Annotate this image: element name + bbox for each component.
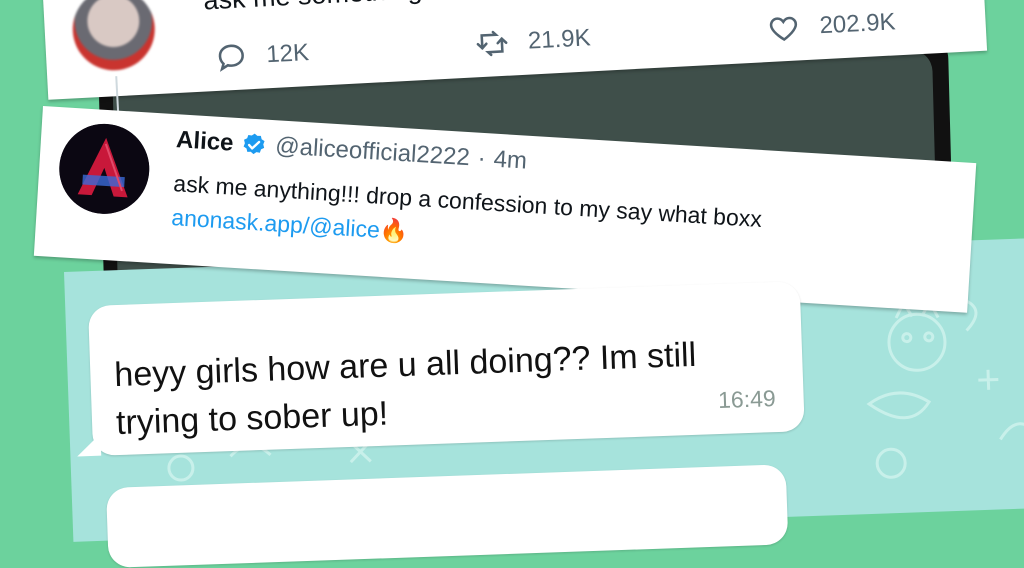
tweet-body: ask me something (203, 0, 423, 16)
tweet-link[interactable]: htt (429, 0, 461, 4)
reply-button[interactable]: 12K (214, 36, 310, 75)
heart-icon (769, 16, 798, 42)
separator-dot: · (476, 144, 487, 173)
retweet-icon (476, 30, 508, 57)
tweet-text: ask me something htt (203, 0, 461, 17)
message-text: heyy girls how are u all doing?? Im stil… (113, 335, 697, 443)
verified-badge-icon (243, 133, 265, 155)
avatar[interactable] (56, 121, 152, 217)
display-name[interactable]: Alice (175, 126, 234, 157)
fire-emoji-icon: 🔥 (379, 216, 410, 245)
alice-logo-icon (59, 123, 150, 214)
reply-icon (218, 44, 244, 72)
like-button[interactable]: 202.9K (765, 5, 897, 46)
message-time: 16:49 (717, 385, 777, 414)
retweet-button[interactable]: 21.9K (473, 21, 591, 61)
tweet-header: Alice @aliceofficial2222 · 4m (175, 126, 527, 175)
bubble-tail (76, 433, 102, 457)
user-handle[interactable]: @aliceofficial2222 (274, 132, 471, 172)
avatar[interactable] (70, 0, 157, 73)
reply-count: 12K (265, 39, 310, 69)
retweet-count: 21.9K (527, 24, 592, 55)
like-count: 202.9K (818, 8, 897, 40)
tweet-body: ask me anything!!! drop a confession to … (170, 166, 763, 270)
chat-message-bubble[interactable]: heyy girls how are u all doing?? Im stil… (76, 281, 805, 457)
timestamp[interactable]: 4m (493, 146, 528, 176)
